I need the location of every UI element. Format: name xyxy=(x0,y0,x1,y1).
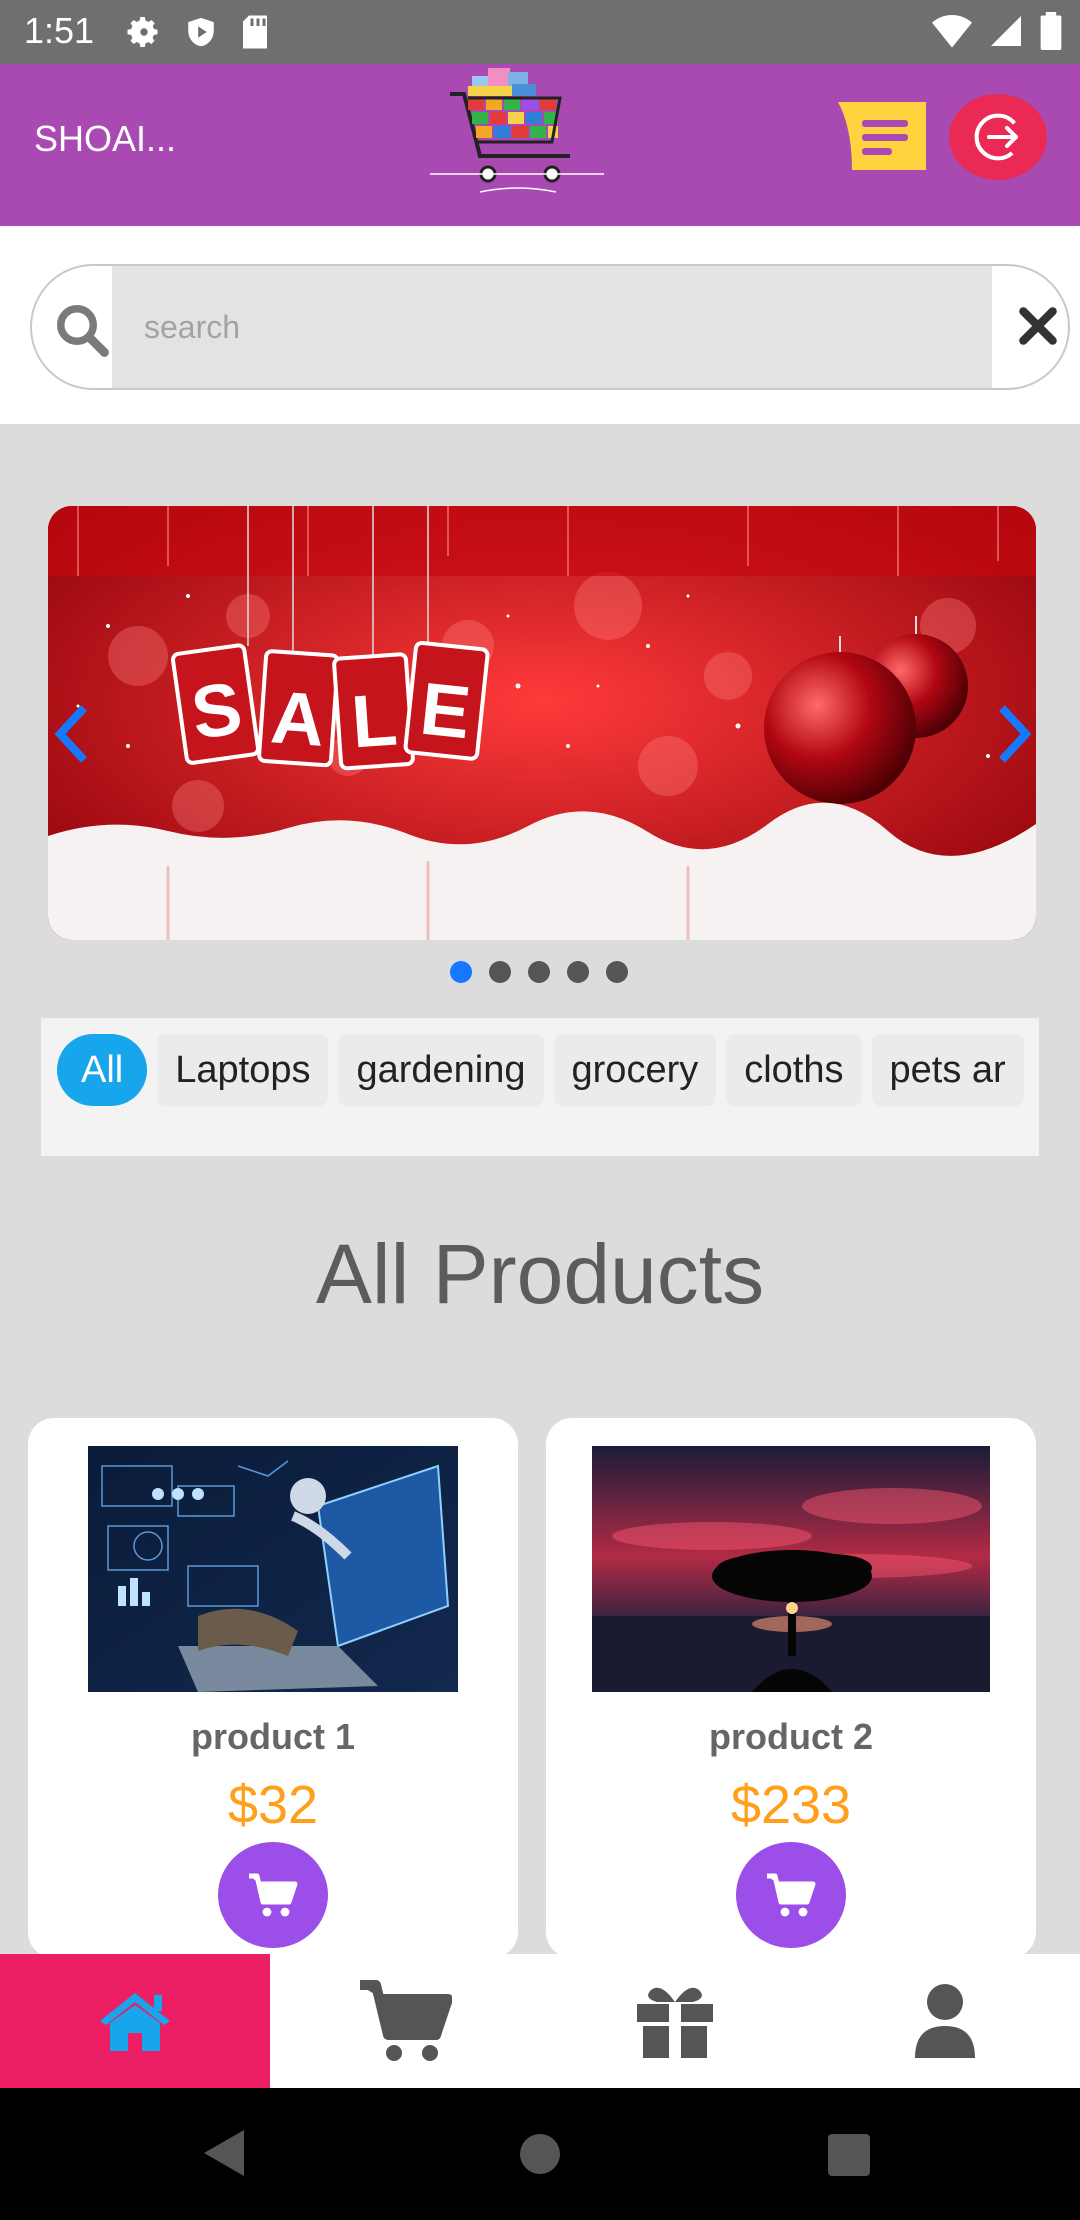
bottom-navigation xyxy=(0,1954,1080,2088)
close-icon[interactable] xyxy=(1016,304,1060,348)
chevron-right-icon[interactable] xyxy=(994,704,1034,764)
chevron-left-icon[interactable] xyxy=(52,704,92,764)
search-bar xyxy=(30,264,1070,390)
svg-text:L: L xyxy=(349,678,400,764)
shield-icon xyxy=(188,17,214,47)
status-bar: 1:51 xyxy=(0,0,1080,64)
carousel-dot[interactable] xyxy=(528,961,550,983)
nav-profile[interactable] xyxy=(810,1954,1080,2088)
gift-icon xyxy=(637,1987,713,2058)
cart-icon xyxy=(360,1980,452,2061)
category-chip-pets[interactable]: pets ar xyxy=(871,1034,1024,1106)
product-price: $32 xyxy=(227,1775,319,1835)
carousel-indicator xyxy=(450,961,628,983)
add-to-cart-button[interactable] xyxy=(218,1842,328,1948)
carousel-dot[interactable] xyxy=(606,961,628,983)
search-icon[interactable] xyxy=(52,300,112,360)
status-time: 1:51 xyxy=(24,10,95,51)
recents-icon[interactable] xyxy=(828,2134,870,2176)
logout-icon xyxy=(974,113,1022,161)
logout-button[interactable] xyxy=(949,94,1047,180)
cart-icon xyxy=(249,1873,298,1917)
product-name: product 2 xyxy=(708,1716,873,1757)
promo-banner[interactable]: S A L E xyxy=(48,506,1036,940)
nav-gifts[interactable] xyxy=(540,1954,810,2088)
product-card[interactable]: product 2 $233 xyxy=(546,1418,1036,1958)
product-name: product 1 xyxy=(190,1716,355,1757)
cart-icon xyxy=(767,1873,816,1917)
home-icon xyxy=(100,1993,170,2051)
back-icon[interactable] xyxy=(202,2128,248,2178)
product-image xyxy=(592,1446,990,1692)
search-section xyxy=(0,226,1080,424)
carousel-dot[interactable] xyxy=(489,961,511,983)
user-icon xyxy=(915,1984,975,2058)
svg-text:E: E xyxy=(417,667,475,755)
menu-button[interactable] xyxy=(834,98,930,174)
battery-icon xyxy=(1040,12,1062,50)
wifi-icon xyxy=(932,15,972,48)
user-name: SHOAI... xyxy=(34,118,177,159)
carousel-dot[interactable] xyxy=(450,961,472,983)
category-chip-all[interactable]: All xyxy=(57,1034,148,1106)
nav-home[interactable] xyxy=(0,1954,270,2088)
svg-text:A: A xyxy=(268,675,327,762)
category-tabs: All Laptops gardening grocery cloths pet… xyxy=(41,1018,1039,1156)
product-image xyxy=(88,1446,458,1692)
search-input[interactable] xyxy=(112,266,992,388)
carousel-dot[interactable] xyxy=(567,961,589,983)
message-list-icon xyxy=(838,102,926,170)
category-chip-gardening[interactable]: gardening xyxy=(338,1034,544,1106)
signal-icon xyxy=(991,16,1021,46)
sd-card-icon xyxy=(243,15,267,49)
section-title: All Products xyxy=(315,1227,765,1321)
category-chip-cloths[interactable]: cloths xyxy=(726,1034,862,1106)
product-price: $233 xyxy=(730,1775,852,1835)
settings-icon xyxy=(127,17,158,47)
home-circle-icon[interactable] xyxy=(518,2132,562,2176)
category-chip-laptops[interactable]: Laptops xyxy=(157,1034,329,1106)
app-bar: SHOAI... xyxy=(0,64,1080,226)
category-chip-grocery[interactable]: grocery xyxy=(553,1034,717,1106)
sale-banner-image: S A L E xyxy=(48,506,1036,940)
system-navigation-bar xyxy=(0,2088,1080,2220)
nav-cart[interactable] xyxy=(270,1954,540,2088)
product-card[interactable]: product 1 $32 xyxy=(28,1418,518,1958)
shopping-cart-logo xyxy=(430,68,604,193)
add-to-cart-button[interactable] xyxy=(736,1842,846,1948)
